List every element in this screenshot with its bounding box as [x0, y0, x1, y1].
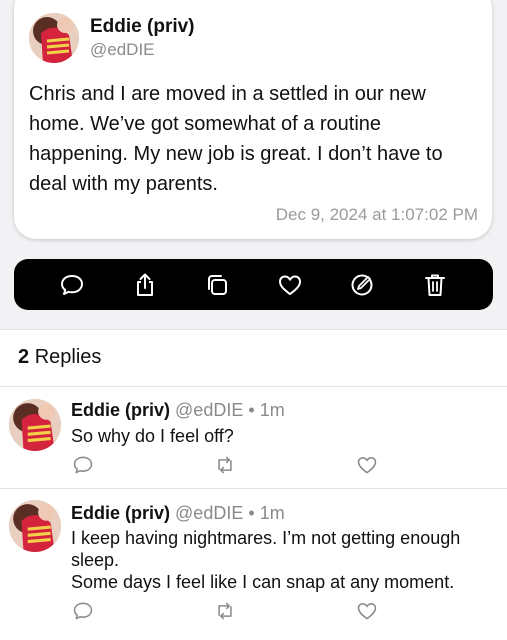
reply-item[interactable]: Eddie (priv) @edDIE • 1m So why do I fee…: [0, 387, 507, 488]
reply-separator: •: [248, 400, 255, 420]
reply-author-name[interactable]: Eddie (priv): [71, 400, 170, 420]
reply-like-button[interactable]: [356, 454, 380, 478]
trash-icon: [424, 274, 445, 296]
post-timestamp: Dec 9, 2024 at 1:07:02 PM: [275, 205, 478, 224]
comment-icon: [61, 274, 84, 295]
avatar-image: [9, 500, 61, 552]
reply-author-handle[interactable]: @edDIE: [175, 503, 243, 523]
reply-repost-button[interactable]: [214, 600, 238, 624]
edit-icon: [351, 274, 373, 295]
replies-section: 2 Replies Eddie (priv) @edDIE • 1m So wh…: [0, 329, 507, 640]
reply-header: Eddie (priv) @edDIE • 1m: [71, 503, 285, 524]
author-handle[interactable]: @edDIE: [90, 40, 155, 60]
post-card: Eddie (priv) @edDIE Chris and I are move…: [14, 0, 492, 239]
repost-icon: [218, 602, 232, 620]
copy-button[interactable]: [199, 267, 235, 303]
reply-text: I keep having nightmares. I’m not gettin…: [71, 528, 461, 592]
action-bar: [14, 259, 493, 310]
reply-like-button[interactable]: [356, 600, 380, 624]
reply-separator: •: [248, 503, 255, 523]
comment-button[interactable]: [54, 267, 90, 303]
avatar[interactable]: [29, 13, 79, 63]
share-button[interactable]: [127, 267, 163, 303]
reply-item[interactable]: Eddie (priv) @edDIE • 1m I keep having n…: [0, 489, 507, 640]
reply-author-handle[interactable]: @edDIE: [175, 400, 243, 420]
repost-icon: [218, 456, 232, 474]
like-button[interactable]: [272, 267, 308, 303]
share-icon: [136, 273, 153, 296]
author-name[interactable]: Eddie (priv): [90, 16, 195, 38]
replies-label: Replies: [34, 346, 102, 368]
edit-button[interactable]: [344, 267, 380, 303]
copy-icon: [208, 274, 228, 295]
reply-repost-button[interactable]: [214, 454, 238, 478]
reply-comment-button[interactable]: [72, 454, 96, 478]
reply-time: 1m: [259, 503, 285, 523]
comment-icon: [73, 602, 93, 620]
heart-icon: [278, 275, 301, 295]
delete-button[interactable]: [417, 267, 453, 303]
avatar[interactable]: [9, 399, 61, 451]
reply-time: 1m: [259, 400, 285, 420]
reply-comment-button[interactable]: [72, 600, 96, 624]
post-text: Chris and I are moved in a settled in ou…: [29, 83, 443, 195]
reply-actions: [72, 600, 380, 624]
replies-count: 2: [18, 346, 30, 368]
reply-header: Eddie (priv) @edDIE • 1m: [71, 400, 285, 421]
heart-icon: [357, 603, 377, 620]
heart-icon: [357, 457, 377, 474]
avatar[interactable]: [9, 500, 61, 552]
reply-text: So why do I feel off?: [71, 426, 234, 446]
reply-actions: [72, 454, 380, 478]
replies-header: 2 Replies: [18, 346, 101, 369]
avatar-image: [29, 13, 79, 63]
reply-author-name[interactable]: Eddie (priv): [71, 503, 170, 523]
avatar-image: [9, 399, 61, 451]
comment-icon: [73, 456, 93, 474]
